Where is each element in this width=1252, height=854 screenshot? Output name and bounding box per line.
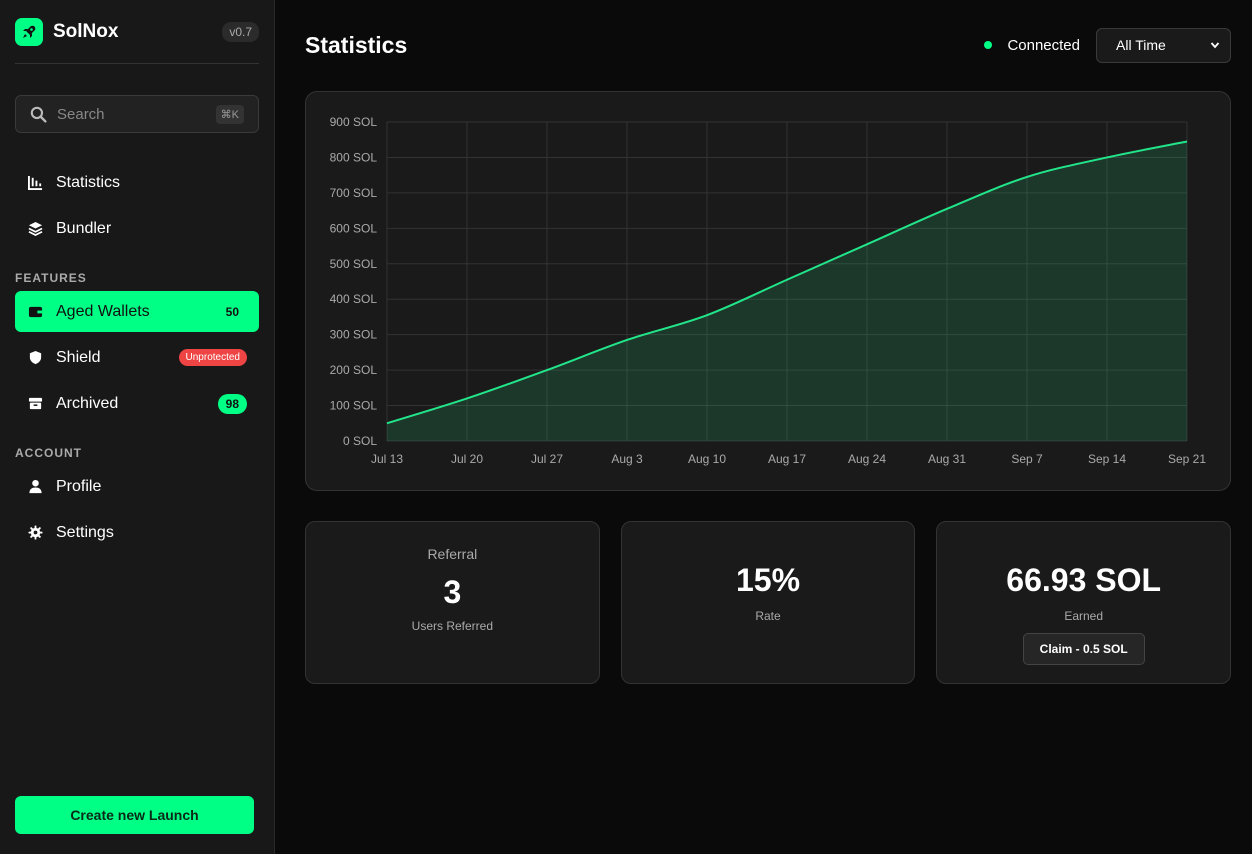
rate-label: Rate [755,609,781,623]
wallet-icon [27,304,43,320]
sidebar-item-label: Shield [56,348,101,366]
search-shortcut: ⌘K [215,104,244,124]
archive-icon [27,396,43,412]
y-tick-label: 400 SOL [330,292,378,306]
gear-icon [27,525,43,541]
y-tick-label: 100 SOL [330,399,378,413]
sidebar-item-aged-wallets[interactable]: Aged Wallets 50 [15,291,259,332]
sidebar-item-label: Profile [56,477,102,495]
sidebar-item-profile[interactable]: Profile [15,466,259,507]
y-tick-label: 600 SOL [330,221,378,235]
page-header: Statistics Connected All Time [305,0,1231,90]
layers-icon [27,221,43,237]
stat-cards: Referral 3 Users Referred 15% Rate 66.93… [305,521,1232,684]
count-badge: 50 [225,304,239,319]
statistics-chart: 0 SOL 100 SOL 200 SOL 300 SOL 400 SOL 500 SOL… [305,91,1231,491]
y-tick-label: 700 SOL [330,186,378,200]
sidebar-item-bundler[interactable]: Bundler [15,208,259,249]
sidebar-item-label: Archived [56,394,119,412]
section-account: ACCOUNT [15,446,82,460]
search-input[interactable]: Search ⌘K [15,95,259,133]
chevron-down-icon [1210,42,1220,49]
sidebar-item-label: Settings [56,523,114,541]
x-tick-label: Jul 27 [531,452,563,466]
status-badge: Unprotected [178,349,247,366]
referral-count: 3 [443,574,462,610]
x-tick-label: Jul 13 [371,452,403,466]
y-tick-label: 800 SOL [330,150,378,164]
sidebar-item-shield[interactable]: Shield Unprotected [15,337,259,378]
x-tick-label: Jul 20 [451,452,483,466]
sidebar-item-statistics[interactable]: Statistics [15,162,259,203]
y-tick-label: 0 SOL [343,434,377,448]
time-range-value: All Time [1116,37,1166,53]
section-features: FEATURES [15,271,87,285]
earned-card: 66.93 SOL Earned Claim - 0.5 SOL [936,521,1232,684]
shield-icon [27,350,43,366]
sidebar-item-label: Statistics [56,173,121,191]
y-tick-label: 900 SOL [330,115,378,129]
search-placeholder: Search [57,105,105,123]
x-tick-label: Aug 17 [768,452,806,466]
sidebar-item-label: Aged Wallets [56,302,150,320]
create-launch-button[interactable]: Create new Launch [15,796,254,834]
main-content: Statistics Connected All Time 0 SOL 100 S… [275,0,1252,854]
claim-button[interactable]: Claim - 0.5 SOL [1022,633,1145,665]
chart-bar-icon [27,175,43,191]
y-tick-label: 300 SOL [330,328,378,342]
x-tick-label: Sep 7 [1011,452,1043,466]
connection-status-dot [984,41,993,49]
rate-value: 15% [735,562,801,598]
user-icon [27,479,43,495]
sidebar-item-label: Bundler [56,219,112,237]
rocket-icon[interactable] [15,17,43,46]
y-tick-label: 500 SOL [330,257,378,271]
x-tick-label: Aug 31 [928,452,966,466]
sidebar-item-archived[interactable]: Archived 98 [15,383,259,424]
app-name[interactable]: SolNox [53,21,222,43]
sidebar-item-settings[interactable]: Settings [15,512,259,553]
chart-svg: 0 SOL 100 SOL 200 SOL 300 SOL 400 SOL 500 SOL… [330,115,1207,466]
x-tick-label: Aug 24 [848,452,886,466]
referral-card: Referral 3 Users Referred [305,521,600,684]
x-tick-label: Sep 21 [1168,452,1206,466]
y-tick-label: 200 SOL [330,363,378,377]
x-tick-label: Aug 10 [688,452,726,466]
earned-label: Earned [1064,609,1104,623]
earned-value: 66.93 SOL [1006,562,1162,598]
version-badge: v0.7 [222,21,259,42]
connection-status: Connected [1007,36,1080,54]
page-title: Statistics [305,31,408,58]
brand: SolNox v0.7 [15,0,259,64]
referral-caption: Referral [427,546,478,562]
x-tick-label: Aug 3 [611,452,643,466]
x-tick-label: Sep 14 [1088,452,1126,466]
count-badge: 98 [217,393,247,414]
time-range-select[interactable]: All Time [1096,27,1231,63]
sidebar: SolNox v0.7 Search ⌘K Statistics Bundler [0,0,275,854]
rate-card: 15% Rate [620,521,916,684]
search-icon [30,106,47,123]
referral-label: Users Referred [411,619,494,633]
